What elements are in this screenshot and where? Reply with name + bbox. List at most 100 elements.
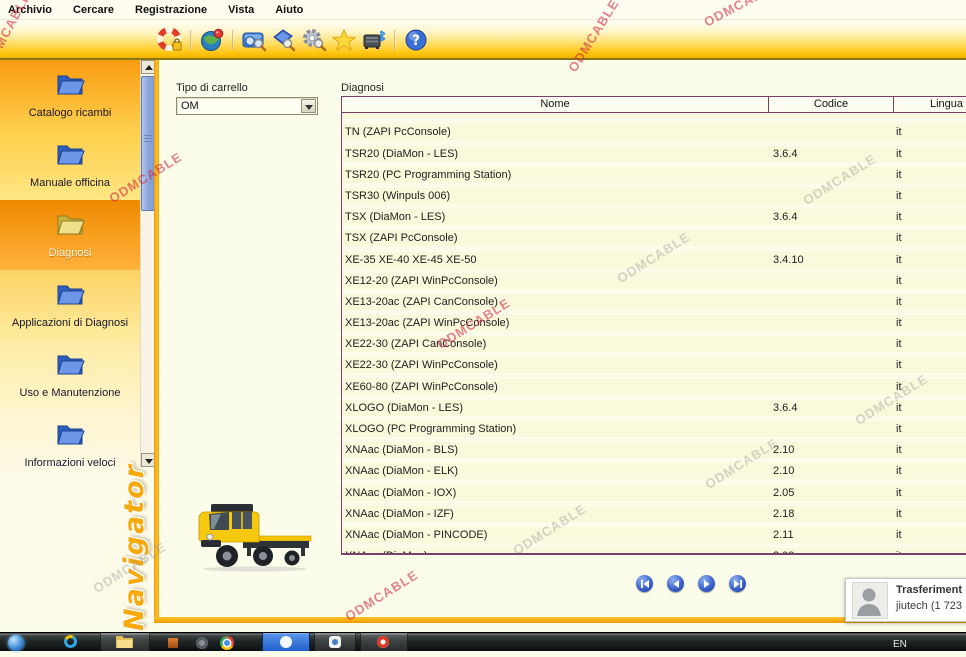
table-row[interactable]: TSR20 (DiaMon - LES)3.6.4it	[342, 140, 966, 161]
scroll-up-button[interactable]	[141, 60, 155, 74]
cell-nome: TN (ZAPI PcConsole)	[345, 124, 451, 140]
table-row[interactable]: XE13-20ac (ZAPI CanConsole)it	[342, 289, 966, 310]
lifering-taskbar-button[interactable]	[360, 633, 408, 651]
gear-taskbar-icon[interactable]	[196, 637, 208, 649]
table-row[interactable]: XE-35 XE-40 XE-45 XE-50 3.4.10 it	[342, 246, 966, 267]
sidebar-item-catalogo-ricambi[interactable]: Catalogo ricambi	[0, 60, 140, 130]
scrollbar-thumb[interactable]	[141, 76, 155, 211]
table-row[interactable]: XLOGO (PC Programming Station) it	[342, 416, 966, 437]
table-row[interactable]: TSR20 (PC Programming Station)it	[342, 162, 966, 183]
table-row[interactable]: TN (ZAPI PcConsole)it	[342, 119, 966, 140]
cell-nome: TSX (DiaMon - LES)	[345, 209, 445, 225]
column-header-nome[interactable]: Nome	[342, 97, 769, 112]
table-row[interactable]: XE12-20 (ZAPI WinPcConsole) it	[342, 268, 966, 289]
cell-codice: 3.4.10	[773, 252, 804, 268]
menu-aiuto[interactable]: Aiuto	[275, 4, 303, 16]
avatar	[852, 582, 888, 619]
cell-nome: XE22-30 (ZAPI WinPcConsole)	[345, 357, 498, 373]
table-row[interactable]: TSX (ZAPI PcConsole) it	[342, 225, 966, 246]
pager-last-button[interactable]	[729, 575, 746, 592]
cell-lingua: it	[896, 421, 902, 437]
vehicle-image	[197, 496, 319, 576]
language-indicator[interactable]: EN	[893, 639, 907, 657]
table-row[interactable]: TSR30 (Winpuls 006)it	[342, 183, 966, 204]
cell-nome: XE-35 XE-40 XE-45 XE-50	[345, 252, 476, 268]
cell-nome: XNAac (DiaMon - IZF)	[345, 506, 454, 522]
column-header-codice[interactable]: Codice	[769, 97, 894, 112]
cell-lingua: it	[896, 463, 902, 479]
cell-nome: XNAac (DiaMon - BLS)	[345, 442, 458, 458]
pager-next-button[interactable]	[698, 575, 715, 592]
cell-nome: XE22-30 (ZAPI CanConsole)	[345, 336, 486, 352]
menu-archivio[interactable]: Archivio	[8, 4, 52, 16]
cell-lingua: it	[896, 273, 902, 289]
column-header-lingua[interactable]: Lingua	[894, 97, 966, 112]
start-button[interactable]	[8, 635, 24, 651]
cell-nome: TSX (ZAPI PcConsole)	[345, 230, 457, 246]
table-row[interactable]: XNAac (DiaMon - PINCODE)2.11it	[342, 522, 966, 543]
table-row[interactable]: XNAac (DiaMon - IZF)2.18it	[342, 501, 966, 522]
pager-first-button[interactable]	[636, 575, 653, 592]
explorer-folder-taskbar-button[interactable]	[100, 633, 150, 651]
chevron-down-icon[interactable]	[301, 99, 316, 113]
pager-previous-button[interactable]	[667, 575, 684, 592]
app-box-taskbar-icon[interactable]	[168, 638, 178, 648]
active-app-taskbar-button[interactable]	[262, 633, 310, 651]
chrome-taskbar-icon[interactable]	[220, 636, 234, 650]
ie-taskbar-icon[interactable]	[62, 633, 78, 649]
cell-nome: XE60-80 (ZAPI WinPcConsole)	[345, 379, 498, 395]
sidebar-item-diagnosi[interactable]: Diagnosi	[0, 200, 140, 270]
menu-bar: Archivio Cercare Registrazione Vista Aiuto	[0, 0, 966, 20]
table-row[interactable]: XNAac (DiaMon - IOX)2.05it	[342, 479, 966, 500]
cell-nome: XE13-20ac (ZAPI CanConsole)	[345, 294, 498, 310]
toolbar-separator	[190, 30, 192, 50]
table-row[interactable]: XNAac (DiaMon)2.00it	[342, 543, 966, 555]
transfer-notification[interactable]: Trasferiment jiutech (1 723	[845, 578, 966, 622]
folder-icon	[54, 211, 86, 242]
menu-registrazione[interactable]: Registrazione	[135, 4, 207, 16]
table-row[interactable]: XNAac (DiaMon - BLS)2.10it	[342, 437, 966, 458]
screenshot-magnifier-icon[interactable]	[241, 27, 267, 53]
table-row[interactable]: XE13-20ac (ZAPI WinPcConsole) it	[342, 310, 966, 331]
sidebar-item-uso-e-manutenzione[interactable]: Uso e Manutenzione	[0, 340, 140, 410]
table-body: TN (ZAPI PcConsole)itTSR20 (DiaMon - LES…	[341, 113, 966, 555]
table-row[interactable]: XLOGO (DiaMon - LES)3.6.4it	[342, 395, 966, 416]
cell-nome: XLOGO (DiaMon - LES)	[345, 400, 463, 416]
cell-nome: TSR20 (DiaMon - LES)	[345, 146, 458, 162]
settings-search-icon[interactable]	[301, 27, 327, 53]
sidebar-scrollbar[interactable]	[140, 60, 154, 467]
favorites-star-icon[interactable]	[331, 27, 357, 53]
cell-nome: XE12-20 (ZAPI WinPcConsole)	[345, 273, 498, 289]
cell-nome: TSR20 (PC Programming Station)	[345, 167, 511, 183]
table-row[interactable]: XNAac (DiaMon - ELK)2.10it	[342, 458, 966, 479]
table-row[interactable]: XE22-30 (ZAPI CanConsole)it	[342, 331, 966, 352]
help-icon[interactable]: ?	[403, 27, 429, 53]
sidebar-item-manuale-officina[interactable]: Manuale officina	[0, 130, 140, 200]
app-white-taskbar-button[interactable]	[314, 633, 356, 651]
cell-nome: XLOGO (PC Programming Station)	[345, 421, 516, 437]
cell-nome: XNAac (DiaMon)	[345, 548, 428, 555]
sidebar-item-label: Informazioni veloci	[24, 457, 115, 469]
cell-codice: 3.6.4	[773, 400, 797, 416]
device-bluetooth-icon[interactable]	[361, 27, 387, 53]
book-search-icon[interactable]	[271, 27, 297, 53]
folder-icon	[54, 141, 86, 172]
cell-lingua: it	[896, 252, 902, 268]
cell-codice: 2.18	[773, 506, 794, 522]
notification-subtitle: jiutech (1 723	[896, 600, 962, 612]
table-row[interactable]: TSX (DiaMon - LES)3.6.4it	[342, 204, 966, 225]
support-lifering-icon[interactable]	[157, 27, 183, 53]
table-row[interactable]: XE22-30 (ZAPI WinPcConsole) it	[342, 352, 966, 373]
globe-update-icon[interactable]	[199, 27, 225, 53]
cell-lingua: it	[896, 315, 902, 331]
vehicle-type-select[interactable]: OM	[176, 97, 318, 115]
diagnosis-table-label: Diagnosi	[341, 82, 384, 94]
sidebar-item-applicazioni-di-diagnosi[interactable]: Applicazioni di Diagnosi	[0, 270, 140, 340]
cell-lingua: it	[896, 357, 902, 373]
menu-vista[interactable]: Vista	[228, 4, 254, 16]
folder-icon	[54, 281, 86, 312]
menu-cercare[interactable]: Cercare	[73, 4, 114, 16]
table-row[interactable]: XE60-80 (ZAPI WinPcConsole)it	[342, 373, 966, 394]
cell-nome: XE13-20ac (ZAPI WinPcConsole)	[345, 315, 509, 331]
cell-lingua: it	[896, 230, 902, 246]
